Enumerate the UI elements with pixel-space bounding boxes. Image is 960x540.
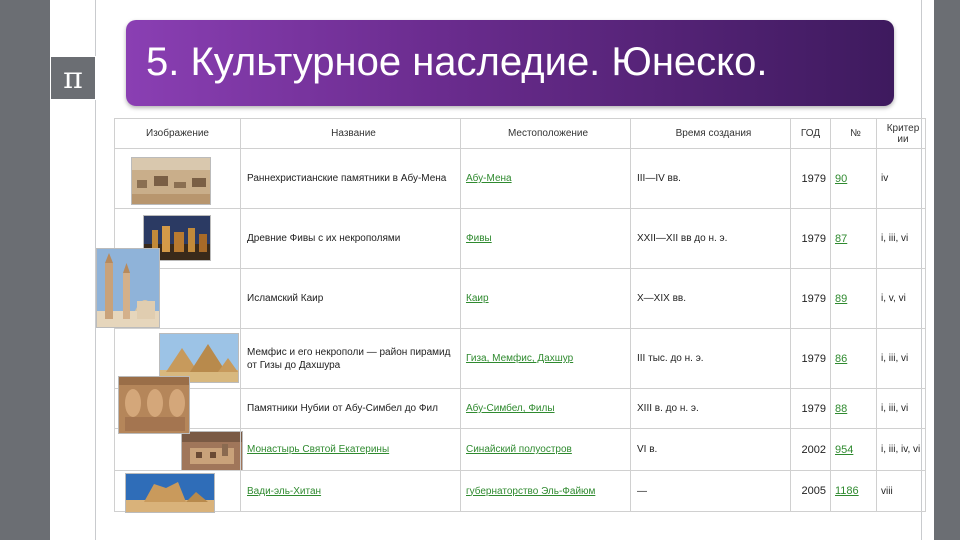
- minarets-image: [96, 248, 160, 328]
- site-year: 2002: [790, 429, 830, 470]
- header-location: Местоположение: [460, 119, 630, 148]
- header-time: Время создания: [630, 119, 790, 148]
- site-criteria: i, iii, vi: [876, 389, 926, 428]
- site-criteria: i, v, vi: [876, 269, 926, 328]
- site-time: III—IV вв.: [630, 149, 790, 208]
- table-row: Вади-эль-Хитан губернаторство Эль-Файюм …: [114, 470, 926, 513]
- table-header-row: Изображение Название Местоположение Врем…: [114, 118, 926, 148]
- location-link[interactable]: Фивы: [466, 233, 492, 244]
- right-sidebar: [934, 0, 960, 540]
- table-row: Мемфис и его некрополи — район пирамид о…: [114, 328, 926, 388]
- site-number[interactable]: 86: [830, 329, 876, 388]
- site-time: III тыс. до н. э.: [630, 329, 790, 388]
- number-link[interactable]: 1186: [835, 485, 859, 497]
- number-link[interactable]: 90: [835, 173, 847, 185]
- number-link[interactable]: 954: [835, 444, 853, 456]
- site-number[interactable]: 90: [830, 149, 876, 208]
- site-time: XIII в. до н. э.: [630, 389, 790, 428]
- site-year: 1979: [790, 329, 830, 388]
- site-year: 1979: [790, 149, 830, 208]
- site-name-link[interactable]: Монастырь Святой Екатерины: [247, 444, 389, 455]
- site-name-link[interactable]: Вади-эль-Хитан: [247, 486, 321, 497]
- header-year: ГОД: [790, 119, 830, 148]
- site-name: Раннехристианские памятники в Абу-Мена: [240, 149, 460, 208]
- site-name[interactable]: Вади-эль-Хитан: [240, 471, 460, 511]
- row-image-cell: [114, 471, 240, 513]
- site-criteria: i, iii, vi: [876, 329, 926, 388]
- location-link[interactable]: Абу-Симбел, Филы: [466, 403, 555, 414]
- row-image-cell: [114, 429, 243, 471]
- table-row: Монастырь Святой Екатерины Синайский пол…: [114, 428, 926, 471]
- desert-rocks-image: [125, 473, 215, 513]
- site-criteria: viii: [876, 471, 926, 511]
- site-year: 1979: [790, 389, 830, 428]
- header-criteria: Критер ии: [876, 119, 926, 148]
- site-year: 2005: [790, 471, 830, 511]
- header-number: №: [830, 119, 876, 148]
- monastery-image: [181, 431, 243, 471]
- table-row: Древние Фивы с их некрополями Фивы XXII—…: [114, 208, 926, 268]
- site-location[interactable]: Синайский полуостров: [460, 429, 630, 470]
- location-link[interactable]: Гиза, Мемфис, Дахшур: [466, 353, 573, 364]
- site-year: 1979: [790, 209, 830, 268]
- site-name: Памятники Нубии от Абу-Симбел до Фил: [240, 389, 460, 428]
- site-location[interactable]: губернаторство Эль-Файюм: [460, 471, 630, 511]
- number-link[interactable]: 88: [835, 403, 847, 415]
- location-link[interactable]: губернаторство Эль-Файюм: [466, 486, 595, 497]
- site-location[interactable]: Абу-Мена: [460, 149, 630, 208]
- table-row: Памятники Нубии от Абу-Симбел до Фил Абу…: [114, 388, 926, 428]
- slide-title: 5. Культурное наследие. Юнеско.: [146, 40, 768, 84]
- header-name: Название: [240, 119, 460, 148]
- site-location[interactable]: Фивы: [460, 209, 630, 268]
- site-name: Мемфис и его некрополи — район пирамид о…: [240, 329, 460, 388]
- site-name: Исламский Каир: [240, 269, 460, 328]
- site-criteria: iv: [876, 149, 926, 208]
- location-link[interactable]: Абу-Мена: [466, 173, 512, 184]
- location-link[interactable]: Каир: [466, 293, 489, 304]
- title-banner: 5. Культурное наследие. Юнеско.: [126, 20, 894, 106]
- site-location[interactable]: Абу-Симбел, Филы: [460, 389, 630, 428]
- number-link[interactable]: 87: [835, 233, 847, 245]
- row-image-cell: [114, 149, 240, 208]
- site-time: XXII—XII вв до н. э.: [630, 209, 790, 268]
- site-time: VI в.: [630, 429, 790, 470]
- site-number[interactable]: 89: [830, 269, 876, 328]
- header-image: Изображение: [114, 119, 240, 148]
- site-criteria: i, iii, vi: [876, 209, 926, 268]
- site-name: Древние Фивы с их некрополями: [240, 209, 460, 268]
- site-location[interactable]: Гиза, Мемфис, Дахшур: [460, 329, 630, 388]
- site-time: X—XIX вв.: [630, 269, 790, 328]
- site-number[interactable]: 954: [830, 429, 876, 470]
- site-time: —: [630, 471, 790, 511]
- left-sidebar: [0, 0, 50, 540]
- site-name[interactable]: Монастырь Святой Екатерины: [240, 429, 460, 470]
- site-criteria: i, iii, iv, vi: [876, 429, 926, 470]
- site-year: 1979: [790, 269, 830, 328]
- location-link[interactable]: Синайский полуостров: [466, 444, 572, 455]
- site-number[interactable]: 1186: [830, 471, 876, 511]
- site-number[interactable]: 87: [830, 209, 876, 268]
- number-link[interactable]: 89: [835, 293, 847, 305]
- heritage-table: Изображение Название Местоположение Врем…: [96, 118, 926, 513]
- site-location[interactable]: Каир: [460, 269, 630, 328]
- desert-ruins-image: [131, 157, 211, 205]
- pi-icon: π: [50, 56, 96, 100]
- abu-simbel-image: [118, 376, 190, 434]
- table-row: Раннехристианские памятники в Абу-Мена А…: [114, 148, 926, 208]
- site-number[interactable]: 88: [830, 389, 876, 428]
- table-row: Исламский Каир Каир X—XIX вв. 1979 89 i,…: [114, 268, 926, 328]
- number-link[interactable]: 86: [835, 353, 847, 365]
